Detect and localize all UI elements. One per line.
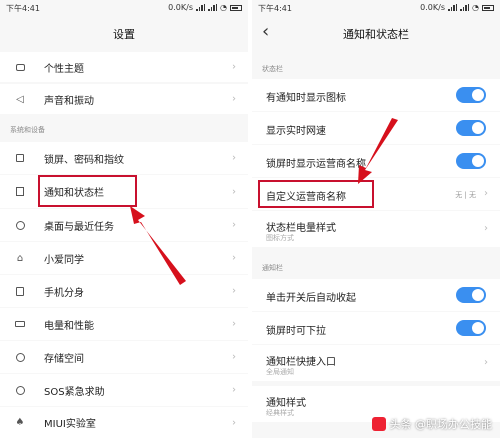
settings-item-sound[interactable]: ◁ 声音和振动 › xyxy=(0,84,248,114)
chevron-right-icon: › xyxy=(232,93,236,105)
chevron-right-icon: › xyxy=(232,219,236,231)
section-label-notification: 通知栏 xyxy=(262,264,283,272)
back-icon[interactable]: ‹ xyxy=(262,22,269,42)
sound-icon: ◁ xyxy=(16,93,24,105)
settings-item-assistant[interactable]: ⌂ 小爱同学 › xyxy=(0,242,248,274)
signal-icon xyxy=(448,4,458,11)
chevron-right-icon: › xyxy=(232,186,236,197)
signal-icon xyxy=(460,4,470,11)
watermark: 头条 @职场办公技能 xyxy=(371,416,492,432)
chevron-right-icon: › xyxy=(484,357,488,368)
settings-item-storage[interactable]: 存储空间 › xyxy=(0,341,248,373)
logo-icon xyxy=(371,417,386,431)
row-network-speed[interactable]: 显示实时网速 xyxy=(252,112,500,144)
theme-icon xyxy=(14,61,26,73)
row-show-icons[interactable]: 有通知时显示图标 xyxy=(252,79,500,111)
home-icon xyxy=(14,219,26,231)
network-speed: 0.0K/s xyxy=(168,3,194,12)
chevron-right-icon: › xyxy=(232,285,236,297)
battery-status-icon xyxy=(482,4,494,11)
row-custom-carrier-name[interactable]: 自定义运营商名称 无 | 无 › xyxy=(252,178,500,210)
section-label-statusbar: 状态栏 xyxy=(262,65,283,73)
chevron-right-icon: › xyxy=(232,384,236,396)
assistant-icon: ⌂ xyxy=(16,252,24,264)
status-time: 下午4:41 xyxy=(6,4,40,13)
chevron-right-icon: › xyxy=(232,417,236,428)
lock-icon xyxy=(14,152,26,164)
page-title: 通知和状态栏 xyxy=(343,28,409,41)
clone-icon xyxy=(14,285,26,297)
settings-item-theme[interactable]: 个性主题 › xyxy=(0,52,248,82)
row-auto-collapse[interactable]: 单击开关后自动收起 xyxy=(252,279,500,311)
toggle-switch[interactable] xyxy=(456,120,486,136)
carrier-value: 无 | 无 xyxy=(455,191,476,199)
section-label: 系统和设备 xyxy=(10,126,45,134)
chevron-right-icon: › xyxy=(484,188,488,199)
chevron-right-icon: › xyxy=(484,223,488,234)
battery-status-icon xyxy=(230,4,242,11)
settings-item-home[interactable]: 桌面与最近任务 › xyxy=(0,209,248,241)
settings-item-lab[interactable]: ♠ MIUI实验室 › xyxy=(0,407,248,438)
sos-icon xyxy=(14,384,26,396)
page-title: 设置 xyxy=(113,28,135,41)
chevron-right-icon: › xyxy=(232,252,236,264)
lab-icon: ♠ xyxy=(15,417,25,428)
chevron-right-icon: › xyxy=(232,152,236,164)
status-time: 下午4:41 xyxy=(258,4,292,13)
storage-icon xyxy=(14,351,26,363)
status-bar: 下午4:41 0.0K/s ◔ xyxy=(252,0,500,16)
network-speed: 0.0K/s xyxy=(420,3,446,12)
settings-screen: 下午4:41 0.0K/s ◔ 设置 个性主题 › ◁ 声音和振动 › 系统和设… xyxy=(0,0,248,438)
row-lockscreen-carrier[interactable]: 锁屏时显示运营商名称 xyxy=(252,145,500,177)
row-lockscreen-pulldown[interactable]: 锁屏时可下拉 xyxy=(252,312,500,344)
status-bar: 下午4:41 0.0K/s ◔ xyxy=(0,0,248,16)
chevron-right-icon: › xyxy=(232,61,236,73)
battery-icon xyxy=(14,318,26,330)
notification-settings-screen: 下午4:41 0.0K/s ◔ ‹ 通知和状态栏 状态栏 有通知时显示图标 显示… xyxy=(252,0,500,438)
settings-item-clone[interactable]: 手机分身 › xyxy=(0,275,248,307)
toggle-switch[interactable] xyxy=(456,287,486,303)
wifi-icon: ◔ xyxy=(472,3,479,12)
wifi-icon: ◔ xyxy=(220,3,227,12)
row-battery-style[interactable]: 状态栏电量样式 图标方式 › xyxy=(252,211,500,247)
toggle-switch[interactable] xyxy=(456,153,486,169)
toggle-switch[interactable] xyxy=(456,87,486,103)
signal-icon xyxy=(208,4,218,11)
notification-icon xyxy=(14,186,26,198)
settings-item-lock[interactable]: 锁屏、密码和指纹 › xyxy=(0,142,248,174)
chevron-right-icon: › xyxy=(232,351,236,363)
toggle-switch[interactable] xyxy=(456,320,486,336)
settings-item-sos[interactable]: SOS紧急求助 › xyxy=(0,374,248,406)
settings-item-battery[interactable]: 电量和性能 › xyxy=(0,308,248,340)
settings-item-notification[interactable]: 通知和状态栏 › xyxy=(0,175,248,208)
row-quick-entry[interactable]: 通知栏快捷入口 全局通知 › xyxy=(252,345,500,381)
chevron-right-icon: › xyxy=(232,318,236,330)
signal-icon xyxy=(196,4,206,11)
